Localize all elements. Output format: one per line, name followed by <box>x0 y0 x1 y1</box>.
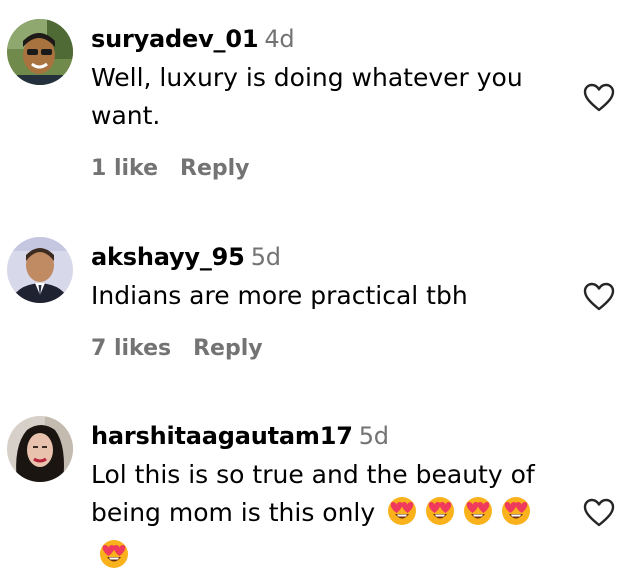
heart-eyes-emoji-icon <box>501 496 531 537</box>
heart-outline-icon[interactable] <box>583 282 615 312</box>
like-count[interactable]: 7 likes <box>91 336 171 361</box>
comment-timestamp: 4d <box>264 25 295 53</box>
comment-actions: 7 likes Reply <box>91 336 263 361</box>
comment-actions: 1 like Reply <box>91 156 250 181</box>
heart-eyes-emoji-icon <box>463 496 493 537</box>
avatar[interactable] <box>7 19 73 85</box>
heart-outline-icon[interactable] <box>583 498 615 528</box>
comment-timestamp: 5d <box>358 422 389 450</box>
heart-eyes-emoji-icon <box>425 496 455 537</box>
avatar[interactable] <box>7 237 73 303</box>
comment-username[interactable]: harshitaagautam17 5d <box>91 422 389 450</box>
comment-text: Lol this is so true and the beauty of be… <box>91 456 566 580</box>
comment-text: Well, luxury is doing whatever you want. <box>91 63 523 130</box>
comment-username[interactable]: akshayy_95 5d <box>91 243 281 271</box>
comment-item: suryadev_01 4d Well, luxury is doing what… <box>0 0 642 200</box>
avatar[interactable] <box>7 416 73 482</box>
comment-timestamp: 5d <box>250 243 281 271</box>
reply-button[interactable]: Reply <box>180 156 250 181</box>
reply-button[interactable]: Reply <box>193 336 263 361</box>
comment-username[interactable]: suryadev_01 4d <box>91 25 295 53</box>
comment-item: harshitaagautam17 5d Lol this is so true … <box>0 380 642 568</box>
comment-item: akshayy_95 5d Indians are more practical … <box>0 200 642 380</box>
like-count[interactable]: 1 like <box>91 156 158 181</box>
heart-eyes-emoji-icon <box>99 539 129 580</box>
heart-outline-icon[interactable] <box>583 83 615 113</box>
comment-text: Indians are more practical tbh <box>91 281 468 310</box>
heart-eyes-emoji-icon <box>387 496 417 537</box>
